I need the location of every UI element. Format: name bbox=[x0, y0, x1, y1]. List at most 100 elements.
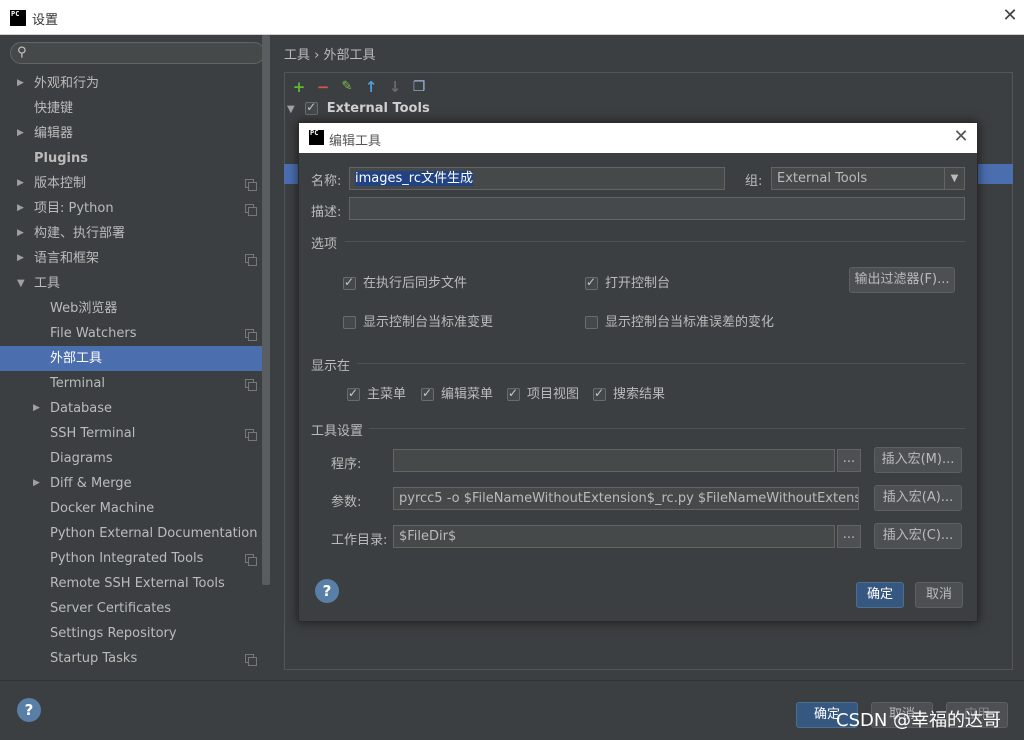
sidebar-item[interactable]: ▶ 项目: Python bbox=[0, 196, 262, 221]
dialog-help-button[interactable]: ? bbox=[315, 579, 339, 603]
sync-files-option[interactable]: 在执行后同步文件 bbox=[343, 272, 467, 291]
show-console-stderr-option[interactable]: 显示控制台当标准误差的变化 bbox=[585, 311, 774, 330]
dialog-cancel-button[interactable]: 取消 bbox=[915, 582, 963, 608]
open-console-checkbox[interactable] bbox=[585, 275, 598, 290]
description-field[interactable] bbox=[349, 197, 965, 220]
chevron-right-icon[interactable]: ▶ bbox=[33, 471, 40, 496]
external-tools-group-checkbox[interactable] bbox=[305, 100, 319, 115]
remove-icon[interactable]: − bbox=[314, 78, 332, 96]
chevron-right-icon[interactable]: ▶ bbox=[17, 196, 24, 221]
search-results-checkbox[interactable] bbox=[593, 386, 606, 401]
sidebar-item[interactable]: 快捷键 bbox=[0, 96, 262, 121]
sidebar-item[interactable]: Python Integrated Tools bbox=[0, 546, 262, 571]
edit-tool-dialog: PC 编辑工具 ✕ 名称: images_rc文件生成 组: External … bbox=[298, 122, 978, 622]
sidebar-item-label: Settings Repository bbox=[50, 626, 177, 641]
show-console-stdout-checkbox[interactable] bbox=[343, 316, 356, 329]
dialog-close-icon[interactable]: ✕ bbox=[951, 126, 971, 147]
sidebar-item[interactable]: File Watchers bbox=[0, 321, 262, 346]
sidebar-item[interactable]: Docker Machine bbox=[0, 496, 262, 521]
sidebar-item[interactable]: Startup Tasks bbox=[0, 646, 262, 671]
sidebar-item[interactable]: ▶ 编辑器 bbox=[0, 121, 262, 146]
sidebar-item-label: 外观和行为 bbox=[34, 76, 100, 91]
open-console-option[interactable]: 打开控制台 bbox=[585, 272, 670, 291]
project-view-option[interactable]: 项目视图 bbox=[507, 383, 579, 402]
sidebar-item-label: Plugins bbox=[34, 151, 88, 166]
window-close-icon[interactable]: ✕ bbox=[1000, 6, 1020, 26]
chevron-right-icon[interactable]: ▶ bbox=[17, 171, 24, 196]
main-menu-option[interactable]: 主菜单 bbox=[347, 383, 406, 402]
chevron-right-icon[interactable]: ▶ bbox=[17, 221, 24, 246]
insert-macro-c-button[interactable]: 插入宏(C)... bbox=[874, 523, 962, 549]
sidebar-item[interactable]: Remote SSH External Tools bbox=[0, 571, 262, 596]
insert-macro-m-button[interactable]: 插入宏(M)... bbox=[874, 447, 962, 473]
sidebar-item[interactable]: Python External Documentation bbox=[0, 521, 262, 546]
sidebar-item[interactable]: ▶ 构建、执行部署 bbox=[0, 221, 262, 246]
project-view-checkbox[interactable] bbox=[507, 386, 520, 401]
edit-pencil-icon[interactable]: ✎ bbox=[338, 78, 356, 96]
chevron-down-icon[interactable]: ▼ bbox=[944, 168, 964, 189]
sidebar-item[interactable]: Plugins bbox=[0, 146, 262, 171]
sidebar-item-label: 语言和框架 bbox=[34, 251, 100, 266]
sidebar-item[interactable]: ▶ 版本控制 bbox=[0, 171, 262, 196]
sidebar-item[interactable]: Server Certificates bbox=[0, 596, 262, 621]
working-directory-browse-button[interactable]: ... bbox=[837, 525, 861, 548]
move-up-icon[interactable]: ↑ bbox=[362, 78, 380, 96]
dialog-ok-button[interactable]: 确定 bbox=[856, 582, 904, 608]
output-filters-button[interactable]: 输出过滤器(F)... bbox=[849, 267, 955, 293]
external-tools-group-label: External Tools bbox=[326, 101, 430, 116]
working-directory-field[interactable]: $FileDir$ bbox=[393, 525, 835, 548]
breadcrumb-parent[interactable]: 工具 bbox=[284, 48, 310, 63]
search-results-option[interactable]: 搜索结果 bbox=[593, 383, 665, 402]
sidebar-item-label: SSH Terminal bbox=[50, 426, 136, 441]
sidebar-scrollbar[interactable] bbox=[262, 35, 270, 585]
sidebar-item[interactable]: Diagrams bbox=[0, 446, 262, 471]
group-select[interactable]: External Tools ▼ bbox=[771, 167, 965, 190]
sidebar-item-label: Python External Documentation bbox=[50, 526, 258, 541]
sidebar-item[interactable]: ▶ Diff & Merge bbox=[0, 471, 262, 496]
sidebar-item-label: 工具 bbox=[34, 276, 61, 291]
chevron-down-icon[interactable]: ▼ bbox=[17, 271, 25, 296]
sidebar-item-label: Diff & Merge bbox=[50, 476, 132, 491]
program-field[interactable] bbox=[393, 449, 835, 472]
name-field[interactable]: images_rc文件生成 bbox=[349, 167, 725, 190]
program-browse-button[interactable]: ... bbox=[837, 449, 861, 472]
arguments-field[interactable]: pyrcc5 -o $FileNameWithoutExtension$_rc.… bbox=[393, 487, 859, 510]
external-tools-group-row[interactable]: ▼ External Tools bbox=[287, 100, 430, 121]
sidebar-item-label: Docker Machine bbox=[50, 501, 155, 516]
copy-icon[interactable]: ❐ bbox=[410, 78, 428, 96]
arguments-field-value: pyrcc5 -o $FileNameWithoutExtension$_rc.… bbox=[399, 491, 859, 506]
chevron-right-icon[interactable]: ▶ bbox=[17, 121, 24, 146]
add-icon[interactable]: + bbox=[290, 78, 308, 96]
move-down-icon[interactable]: ↓ bbox=[386, 78, 404, 96]
sidebar-item[interactable]: Terminal bbox=[0, 371, 262, 396]
chevron-right-icon[interactable]: ▶ bbox=[17, 246, 24, 271]
insert-macro-a-button[interactable]: 插入宏(A)... bbox=[874, 485, 962, 511]
sidebar-item-label: 编辑器 bbox=[34, 126, 74, 141]
sidebar-item[interactable]: Settings Repository bbox=[0, 621, 262, 646]
sidebar-item[interactable]: ▶ 语言和框架 bbox=[0, 246, 262, 271]
show-console-stderr-label: 显示控制台当标准误差的变化 bbox=[605, 315, 775, 330]
search-results-label: 搜索结果 bbox=[613, 387, 666, 402]
sidebar-item[interactable]: ▶ Database bbox=[0, 396, 262, 421]
sidebar-item[interactable]: Web浏览器 bbox=[0, 296, 262, 321]
main-menu-checkbox[interactable] bbox=[347, 386, 360, 401]
sidebar-item-label: 版本控制 bbox=[34, 176, 87, 191]
editor-menu-checkbox[interactable] bbox=[421, 386, 434, 401]
sidebar-item[interactable]: ▶ 外观和行为 bbox=[0, 71, 262, 96]
editor-menu-option[interactable]: 编辑菜单 bbox=[421, 383, 493, 402]
show-console-stderr-checkbox[interactable] bbox=[585, 316, 598, 329]
chevron-right-icon[interactable]: ▶ bbox=[17, 71, 24, 96]
chevron-right-icon[interactable]: ▶ bbox=[33, 396, 40, 421]
selected-tool-row-left[interactable] bbox=[284, 164, 299, 184]
selected-tool-row-right[interactable] bbox=[977, 164, 1013, 184]
sidebar-item[interactable]: SSH Terminal bbox=[0, 421, 262, 446]
dialog-title-bar: PC 编辑工具 ✕ bbox=[299, 123, 977, 153]
name-label: 名称: bbox=[311, 174, 342, 189]
sidebar-item[interactable]: 外部工具 bbox=[0, 346, 262, 371]
help-button[interactable]: ? bbox=[17, 698, 41, 722]
expand-arrow-icon[interactable]: ▼ bbox=[287, 104, 295, 115]
settings-search-input[interactable]: ⚲ bbox=[10, 42, 265, 64]
sync-files-checkbox[interactable] bbox=[343, 275, 356, 290]
show-console-stdout-option[interactable]: 显示控制台当标准变更 bbox=[343, 311, 493, 330]
sidebar-item[interactable]: ▼ 工具 bbox=[0, 271, 262, 296]
